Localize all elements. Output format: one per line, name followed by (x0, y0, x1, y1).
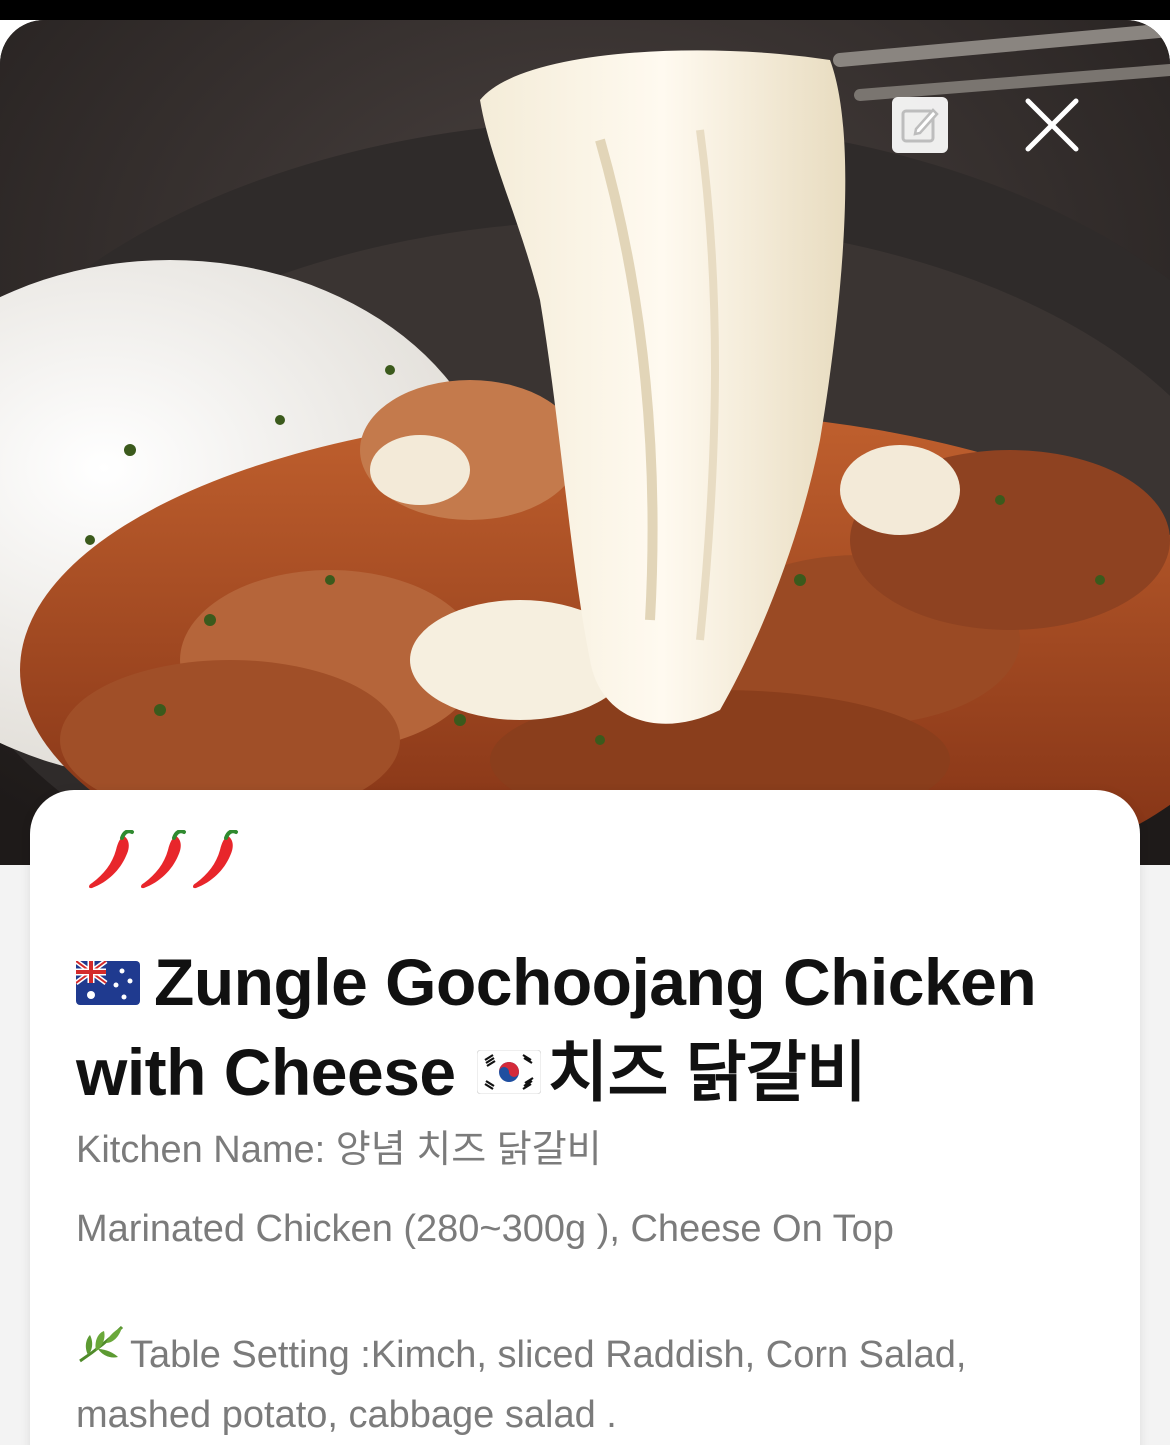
south-korea-flag-icon (476, 1029, 542, 1113)
australia-flag-icon (74, 940, 140, 1024)
dish-title: Zungle Gochoojang Chicken with Cheese 치즈… (74, 940, 1096, 1119)
status-bar-strip (0, 0, 1170, 20)
chili-pepper-icon (89, 830, 134, 889)
dish-photo (0, 20, 1170, 865)
dish-description: Marinated Chicken (280~300g ), Cheese On… (76, 1208, 894, 1250)
chili-pepper-icon (141, 830, 186, 889)
spice-level-indicator (86, 830, 240, 892)
table-setting-text: Table Setting :Kimch, sliced Raddish, Co… (76, 1334, 967, 1437)
edit-note-icon (901, 108, 939, 143)
chili-pepper-icon (193, 830, 238, 889)
dish-detail-sheet: Zungle Gochoojang Chicken with Cheese 치즈… (0, 20, 1170, 1445)
dish-info-card: Zungle Gochoojang Chicken with Cheese 치즈… (30, 790, 1140, 1445)
edit-button[interactable] (892, 97, 948, 153)
dish-title-korean: 치즈 닭갈비 (547, 1034, 867, 1109)
herb-leaf-icon (76, 1323, 126, 1382)
close-icon (1025, 98, 1079, 152)
kitchen-name: Kitchen Name: 양념 치즈 닭갈비 (76, 1129, 602, 1171)
close-button[interactable] (1022, 95, 1082, 155)
table-setting-info: Table Setting :Kimch, sliced Raddish, Co… (76, 1326, 1086, 1444)
